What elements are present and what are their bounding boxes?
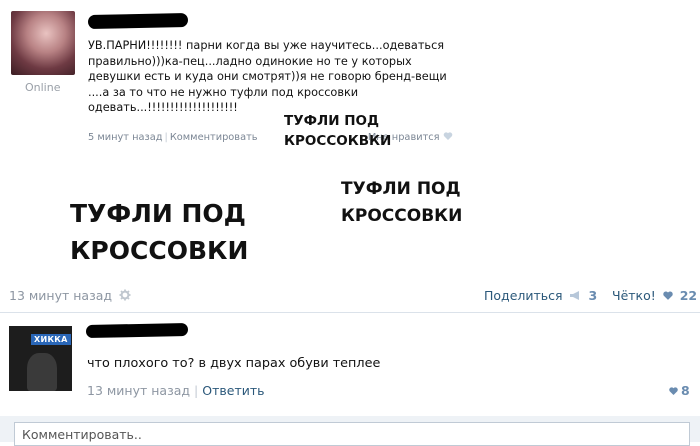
heart-icon[interactable] xyxy=(662,290,674,301)
heart-icon[interactable] xyxy=(668,386,679,396)
heart-icon[interactable] xyxy=(443,131,453,141)
share-label[interactable]: Поделиться xyxy=(484,288,563,303)
gear-icon[interactable] xyxy=(119,289,131,301)
post-text: УВ.ПАРНИ!!!!!!!! парни когда вы уже науч… xyxy=(88,39,447,115)
comment-input[interactable]: Комментировать.. xyxy=(14,422,690,446)
online-status: Online xyxy=(25,81,61,94)
cool-label[interactable]: Чётко! xyxy=(612,288,656,303)
caption-small: ТУФЛИ ПОД КРОССОКВКИ xyxy=(284,113,392,149)
commenter-avatar[interactable]: ХИККА xyxy=(9,326,72,391)
comment-text: что плохого то? в двух парах обуви тепле… xyxy=(87,356,381,371)
avatar-tag: ХИККА xyxy=(31,334,71,345)
commenter-name-redacted xyxy=(85,322,189,339)
megaphone-icon xyxy=(569,291,579,300)
footer-time-label[interactable]: 13 минут назад xyxy=(9,288,112,303)
share-count: 3 xyxy=(588,288,598,303)
comment-time[interactable]: 13 минут назад xyxy=(87,383,190,398)
cool-button[interactable]: Чётко! 22 xyxy=(612,288,697,303)
footer-time[interactable]: 13 минут назад xyxy=(9,288,131,303)
share-button[interactable]: Поделиться 3 xyxy=(484,288,597,303)
author-avatar[interactable] xyxy=(11,11,75,75)
comment-meta: 13 минут назад | Ответить xyxy=(87,383,265,398)
comment-link[interactable]: Комментировать xyxy=(170,132,258,143)
comment-like-count: 8 xyxy=(681,383,690,398)
caption-mid: ТУФЛИ ПОД КРОССОВКИ xyxy=(341,179,463,226)
reply-link[interactable]: Ответить xyxy=(202,383,264,398)
avatar-figure xyxy=(27,353,57,391)
post-time[interactable]: 5 минут назад xyxy=(88,132,163,143)
post-meta: 5 минут назад | Комментировать Мне нравитс… xyxy=(88,131,453,143)
cool-count: 22 xyxy=(679,288,698,303)
caption-big: ТУФЛИ ПОД КРОССОВКИ xyxy=(70,199,249,265)
author-name-redacted xyxy=(87,12,189,30)
divider xyxy=(0,312,700,313)
comment-like-button[interactable]: 8 xyxy=(668,383,690,398)
